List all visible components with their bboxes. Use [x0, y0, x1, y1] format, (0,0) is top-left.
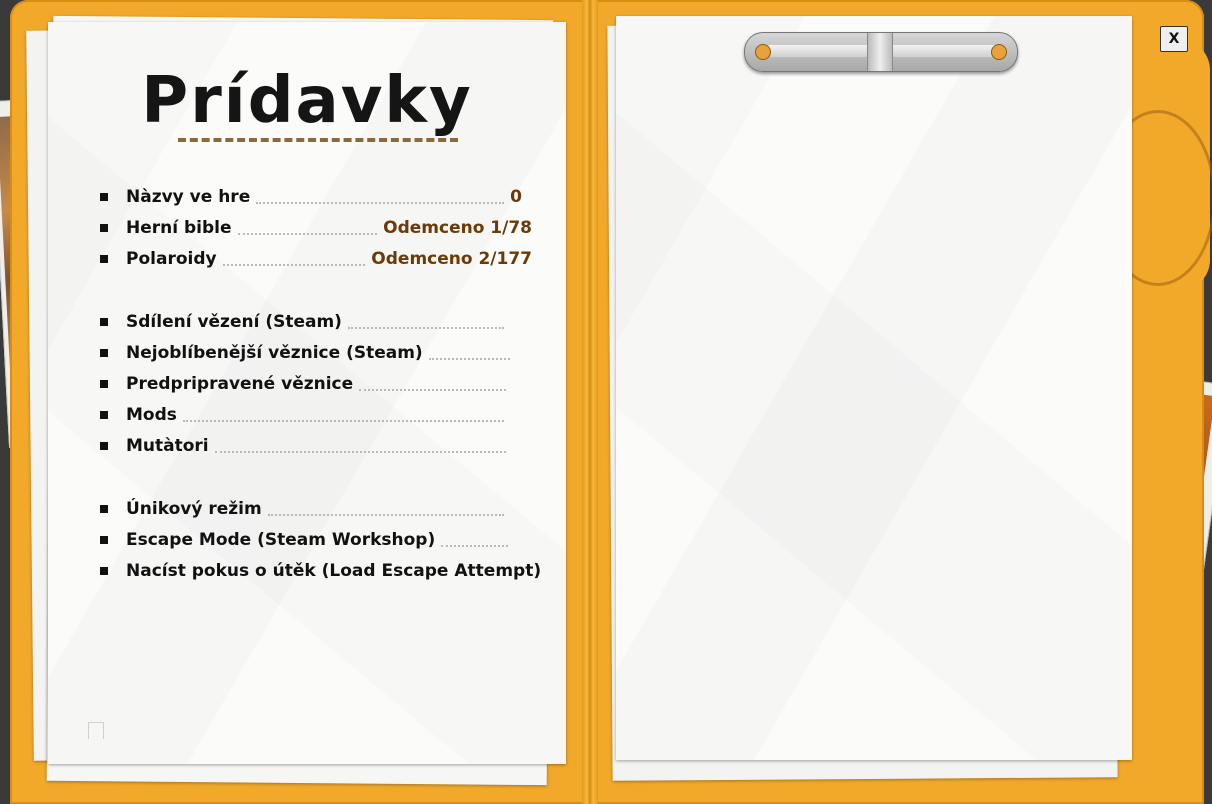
menu-item-label: Mods [126, 405, 177, 425]
bullet-icon [100, 567, 108, 575]
menu-item-label: Predpripravené věznice [126, 374, 354, 394]
menu-item-mutators[interactable]: Mutàtori [100, 433, 512, 459]
bullet-icon [100, 255, 108, 263]
bullet-icon [100, 442, 108, 450]
menu-item-prison-sharing[interactable]: Sdílení vězení (Steam) [100, 309, 510, 335]
bullet-icon [100, 193, 108, 201]
menu-item-value: 0 [510, 187, 522, 207]
bullet-icon [100, 505, 108, 513]
menu-item-game-names[interactable]: Nàzvy ve hre 0 [100, 184, 540, 210]
menu-item-escape-workshop[interactable]: Escape Mode (Steam Workshop) [100, 527, 514, 553]
page-corner-mark [88, 722, 104, 739]
menu-item-value: Odemceno 2/177 [371, 249, 532, 269]
menu-item-label: Sdílení vězení (Steam) [126, 312, 342, 332]
paper-clip [744, 32, 1018, 72]
title-underline [178, 132, 458, 142]
menu-item-label: Únikový režim [126, 499, 262, 519]
menu-item-label: Escape Mode (Steam Workshop) [126, 530, 436, 550]
menu-item-label: Nejoblíbenější věznice (Steam) [126, 343, 423, 363]
bullet-icon [100, 380, 108, 388]
bullet-icon [100, 224, 108, 232]
menu-item-label: Polaroidy [126, 249, 217, 269]
menu-item-prebuilt-prisons[interactable]: Predpripravené věznice [100, 371, 512, 397]
bullet-icon [100, 411, 108, 419]
menu-item-favourite-prisons[interactable]: Nejoblíbenější věznice (Steam) [100, 340, 516, 366]
menu-item-load-escape-attempt[interactable]: Nacíst pokus o útěk (Load Escape Attempt… [100, 558, 550, 584]
right-page [616, 16, 1132, 760]
bullet-icon [100, 536, 108, 544]
menu-item-label: Nacíst pokus o útěk (Load Escape Attempt… [126, 561, 542, 581]
bullet-icon [100, 318, 108, 326]
menu-item-label: Nàzvy ve hre [126, 187, 251, 207]
bullet-icon [100, 349, 108, 357]
menu-item-label: Mutàtori [126, 436, 209, 456]
menu-item-label: Herní bible [126, 218, 232, 238]
page-title: Prídavky [141, 64, 473, 138]
close-button[interactable]: X [1160, 26, 1188, 52]
menu-item-game-bible[interactable]: Herní bible Odemceno 1/78 [100, 215, 532, 241]
menu-item-mods[interactable]: Mods [100, 402, 510, 428]
menu-item-escape-mode[interactable]: Únikový režim [100, 496, 510, 522]
folder-spine [582, 0, 598, 804]
menu-item-polaroids[interactable]: Polaroidy Odemceno 2/177 [100, 246, 532, 272]
menu-item-value: Odemceno 1/78 [383, 218, 532, 238]
